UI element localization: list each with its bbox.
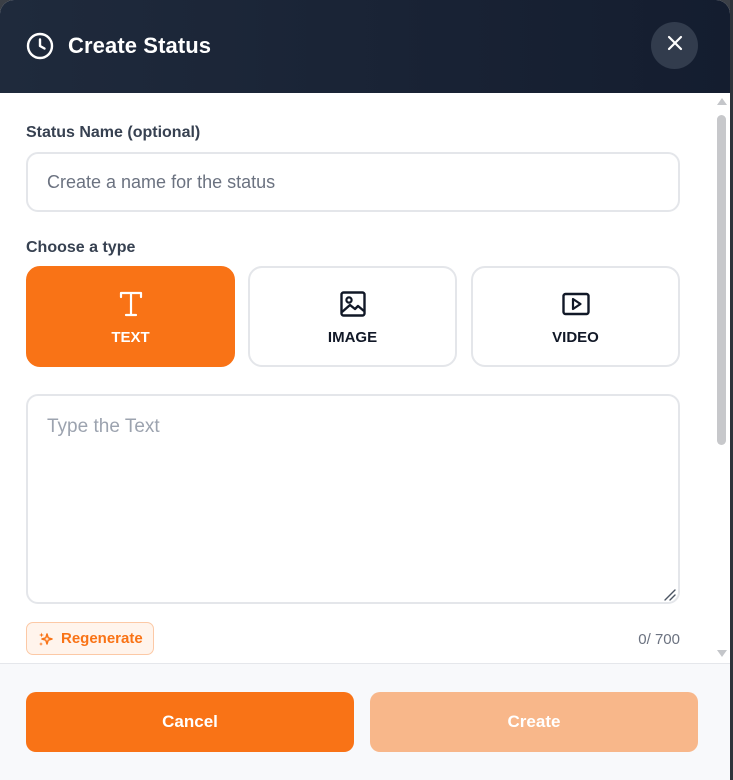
type-option-video[interactable]: VIDEO xyxy=(471,266,680,367)
type-option-label: IMAGE xyxy=(327,329,378,346)
text-type-icon xyxy=(115,288,147,320)
image-icon xyxy=(337,288,369,320)
type-option-text[interactable]: TEXT xyxy=(26,266,235,367)
create-status-dialog: Create Status Status Name (optional) Cho… xyxy=(0,0,730,780)
type-option-label: VIDEO xyxy=(552,329,599,346)
status-name-label: Status Name (optional) xyxy=(26,124,201,141)
status-text-area[interactable] xyxy=(26,394,680,604)
dialog-footer: Cancel Create xyxy=(0,663,730,780)
close-button[interactable] xyxy=(651,22,698,69)
cancel-button[interactable]: Cancel xyxy=(26,692,354,752)
create-button[interactable]: Create xyxy=(370,692,698,752)
sparkles-icon xyxy=(38,631,54,647)
regenerate-label: Regenerate xyxy=(61,630,143,647)
dialog-header: Create Status xyxy=(0,0,730,93)
resize-grip-icon[interactable] xyxy=(662,587,676,601)
character-counter: 0/ 700 xyxy=(638,631,680,648)
type-option-label: TEXT xyxy=(111,329,150,346)
vertical-scrollbar[interactable] xyxy=(714,93,730,663)
clock-icon xyxy=(26,32,54,60)
type-option-image[interactable]: IMAGE xyxy=(248,266,457,367)
dialog-title: Create Status xyxy=(68,33,212,58)
dialog-body: Status Name (optional) Choose a type TEX… xyxy=(0,93,712,663)
close-icon xyxy=(667,35,683,56)
scroll-up-arrow-icon[interactable] xyxy=(717,98,727,105)
scroll-thumb[interactable] xyxy=(717,115,726,445)
status-name-input[interactable] xyxy=(26,152,680,212)
choose-type-label: Choose a type xyxy=(26,239,136,256)
scroll-down-arrow-icon[interactable] xyxy=(717,650,727,657)
regenerate-button[interactable]: Regenerate xyxy=(26,622,154,655)
video-play-icon xyxy=(560,288,592,320)
